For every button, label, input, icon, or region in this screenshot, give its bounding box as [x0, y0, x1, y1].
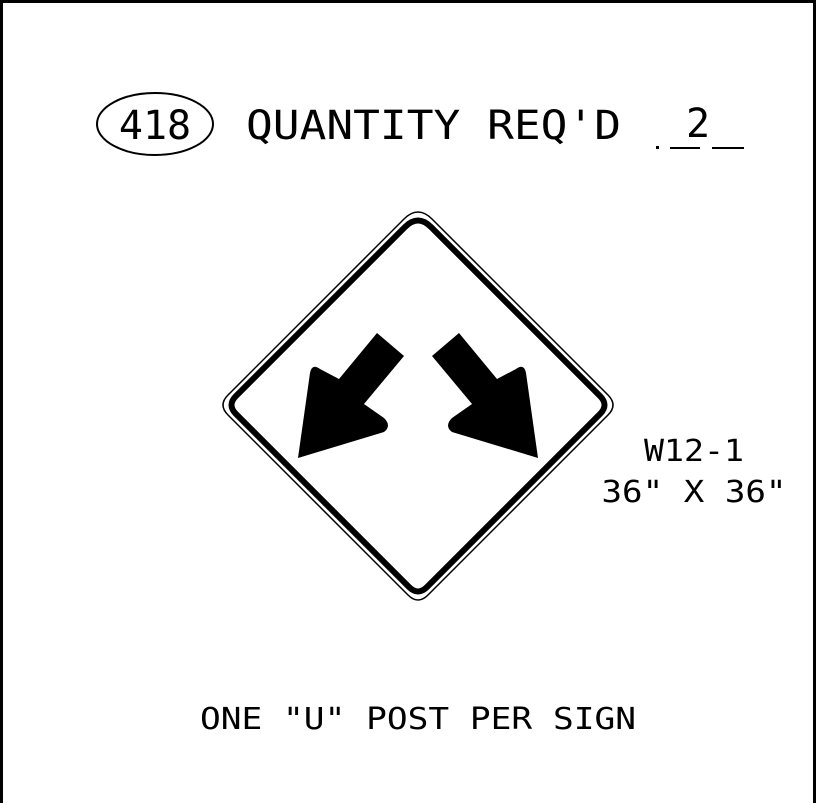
sign-size: 36" X 36"	[602, 475, 787, 510]
warning-sign-diamond	[222, 211, 614, 601]
header: 418 QUANTITY REQ'D 2	[96, 92, 744, 156]
sign-code: W12-1	[644, 434, 744, 469]
quantity-underline-mark	[656, 146, 659, 149]
sign-detail-sheet: 418 QUANTITY REQ'D 2 W12-1 36" X 36" ONE…	[0, 0, 816, 803]
sign-number: 418	[119, 103, 191, 149]
quantity-label: QUANTITY REQ'D	[246, 103, 621, 149]
post-note: ONE "U" POST PER SIGN	[200, 702, 636, 737]
sign-border	[228, 217, 608, 595]
quantity-value: 2	[686, 101, 710, 147]
